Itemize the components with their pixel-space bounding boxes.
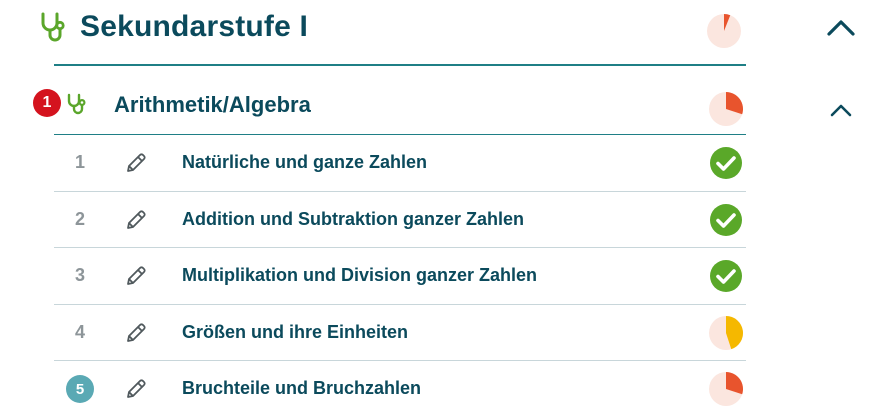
row-title[interactable]: Natürliche und ganze Zahlen	[182, 152, 427, 173]
section-progress-pie	[707, 14, 741, 48]
row-title[interactable]: Multiplikation und Division ganzer Zahle…	[182, 265, 537, 286]
subsection-header[interactable]: 1 Arithmetik/Algebra	[0, 72, 882, 134]
list-item[interactable]: 4 Größen und ihre Einheiten	[54, 305, 746, 361]
chevron-up-icon[interactable]	[826, 18, 856, 38]
pencil-icon[interactable]	[124, 377, 148, 401]
list-item[interactable]: 5 Bruchteile und Bruchzahlen	[54, 361, 746, 418]
check-circle-icon	[710, 260, 742, 293]
list-item[interactable]: 3 Multiplikation und Division ganzer Zahl…	[54, 248, 746, 305]
subsection-title: Arithmetik/Algebra	[114, 92, 311, 117]
row-title[interactable]: Bruchteile und Bruchzahlen	[182, 378, 421, 399]
row-title[interactable]: Größen und ihre Einheiten	[182, 322, 408, 343]
row-progress-pie	[709, 372, 743, 407]
section-title: Sekundarstufe I	[80, 10, 309, 43]
list-item[interactable]: 1 Natürliche und ganze Zahlen	[54, 135, 746, 192]
row-number: 2	[74, 208, 85, 229]
row-number: 1	[74, 152, 85, 173]
row-number-badge: 5	[66, 375, 94, 404]
stethoscope-icon	[67, 93, 86, 115]
stethoscope-icon	[41, 12, 65, 42]
section-header[interactable]: Sekundarstufe I	[0, 0, 882, 66]
check-circle-icon	[710, 147, 742, 180]
pencil-icon[interactable]	[124, 151, 148, 175]
pencil-icon[interactable]	[124, 208, 148, 232]
subsection-progress-pie	[709, 92, 743, 126]
section-divider	[54, 64, 746, 66]
notification-badge: 1	[33, 89, 61, 117]
check-circle-icon	[710, 203, 742, 236]
row-title[interactable]: Addition und Subtraktion ganzer Zahlen	[182, 209, 524, 230]
pencil-icon[interactable]	[124, 264, 148, 288]
row-progress-pie	[709, 315, 743, 350]
chevron-up-icon[interactable]	[829, 102, 853, 118]
row-number: 3	[74, 265, 85, 286]
row-number: 4	[74, 321, 85, 342]
list-item[interactable]: 2 Addition und Subtraktion ganzer Zahlen	[54, 192, 746, 248]
pencil-icon[interactable]	[124, 321, 148, 345]
